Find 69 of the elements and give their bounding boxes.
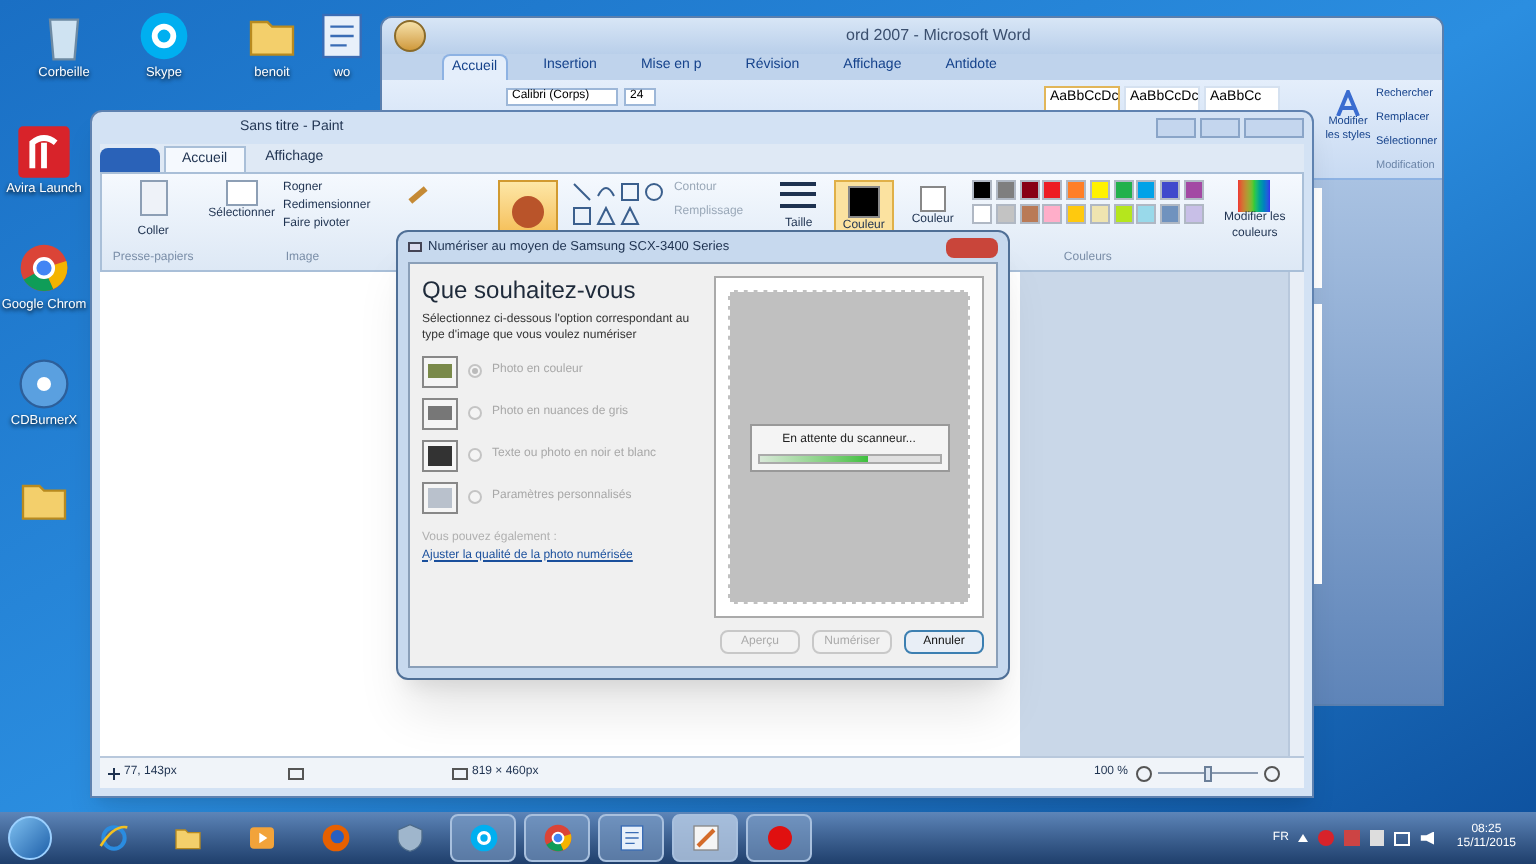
rainbow-palette-icon: [1238, 180, 1271, 212]
browser-fox-icon: [319, 822, 351, 854]
umbrella-logo-icon: [16, 124, 72, 180]
palette-swatch[interactable]: [1019, 204, 1040, 224]
taskbar-app-button[interactable]: [672, 814, 738, 862]
palette-swatch[interactable]: [1066, 204, 1087, 224]
clipboard-icon: [139, 180, 168, 216]
zoom-slider[interactable]: [1158, 765, 1258, 781]
zoom-out-button[interactable]: [1136, 765, 1152, 781]
palette-swatch[interactable]: [1136, 204, 1157, 224]
browser-logo-icon: [16, 240, 72, 296]
color-swatch[interactable]: [847, 186, 880, 218]
palette-swatch[interactable]: [972, 180, 993, 200]
palette-swatch[interactable]: [1019, 180, 1040, 200]
palette-swatch[interactable]: [1113, 204, 1134, 224]
color-swatch[interactable]: [919, 186, 946, 212]
palette-swatch[interactable]: [1136, 180, 1157, 200]
window-title: ord 2007 - Microsoft Word: [846, 24, 1031, 48]
pencil-icon[interactable]: [408, 186, 429, 204]
line-sizes-icon: [780, 180, 817, 212]
shapes-gallery-icon[interactable]: [569, 180, 666, 228]
taskbar-app-button[interactable]: [746, 814, 812, 862]
dialog-heading: Que souhaitez-vous: [422, 276, 638, 306]
palette-swatch[interactable]: [1066, 180, 1087, 200]
speaker-icon[interactable]: [1420, 831, 1435, 845]
crosshair-icon: [108, 767, 120, 779]
taskbar-app-button[interactable]: [598, 814, 664, 862]
selection-icon: [225, 180, 258, 206]
taskbar-app-button[interactable]: [450, 814, 516, 862]
zoom-slider-thumb[interactable]: [1204, 765, 1212, 781]
text-image-icon: [422, 439, 458, 471]
palette-swatch[interactable]: [1113, 180, 1134, 200]
palette-swatch[interactable]: [1160, 180, 1181, 200]
minimize-button[interactable]: [1156, 118, 1196, 138]
photo-icon: [422, 397, 458, 429]
document-icon: [615, 822, 647, 854]
canvas-size-icon: [452, 767, 468, 779]
network-icon[interactable]: [1394, 831, 1411, 845]
shield-icon: [393, 822, 425, 854]
browser-e-icon: [97, 822, 129, 854]
start-button[interactable]: [8, 816, 52, 860]
palette-swatch[interactable]: [1089, 180, 1110, 200]
palette-swatch[interactable]: [1183, 180, 1204, 200]
close-button[interactable]: [946, 237, 998, 257]
palette-swatch[interactable]: [995, 204, 1016, 224]
disc-icon: [16, 356, 72, 412]
office-button[interactable]: [394, 20, 426, 52]
palette-swatch[interactable]: [1042, 180, 1063, 200]
scrollbar[interactable]: [1288, 272, 1304, 756]
palette-swatch[interactable]: [1089, 204, 1110, 224]
play-icon: [245, 822, 277, 854]
selection-size-icon: [288, 767, 304, 779]
palette-swatch[interactable]: [1183, 204, 1204, 224]
zoom-in-button[interactable]: [1264, 765, 1280, 781]
brush-icon[interactable]: [512, 196, 545, 228]
palette-swatch[interactable]: [972, 204, 993, 224]
palette-swatch[interactable]: [1160, 204, 1181, 224]
record-icon: [763, 822, 795, 854]
palette-swatch[interactable]: [1042, 204, 1063, 224]
palette-swatch[interactable]: [995, 180, 1016, 200]
skype-logo-icon: [467, 822, 499, 854]
menu-button[interactable]: [100, 148, 160, 172]
maximize-button[interactable]: [1200, 118, 1240, 138]
close-button[interactable]: [1244, 118, 1304, 138]
browser-logo-icon: [541, 822, 573, 854]
styles-icon: [1336, 90, 1360, 116]
tray-arrow-icon[interactable]: [1298, 834, 1309, 842]
skype-logo-icon: [136, 8, 192, 64]
photo-icon: [422, 355, 458, 387]
